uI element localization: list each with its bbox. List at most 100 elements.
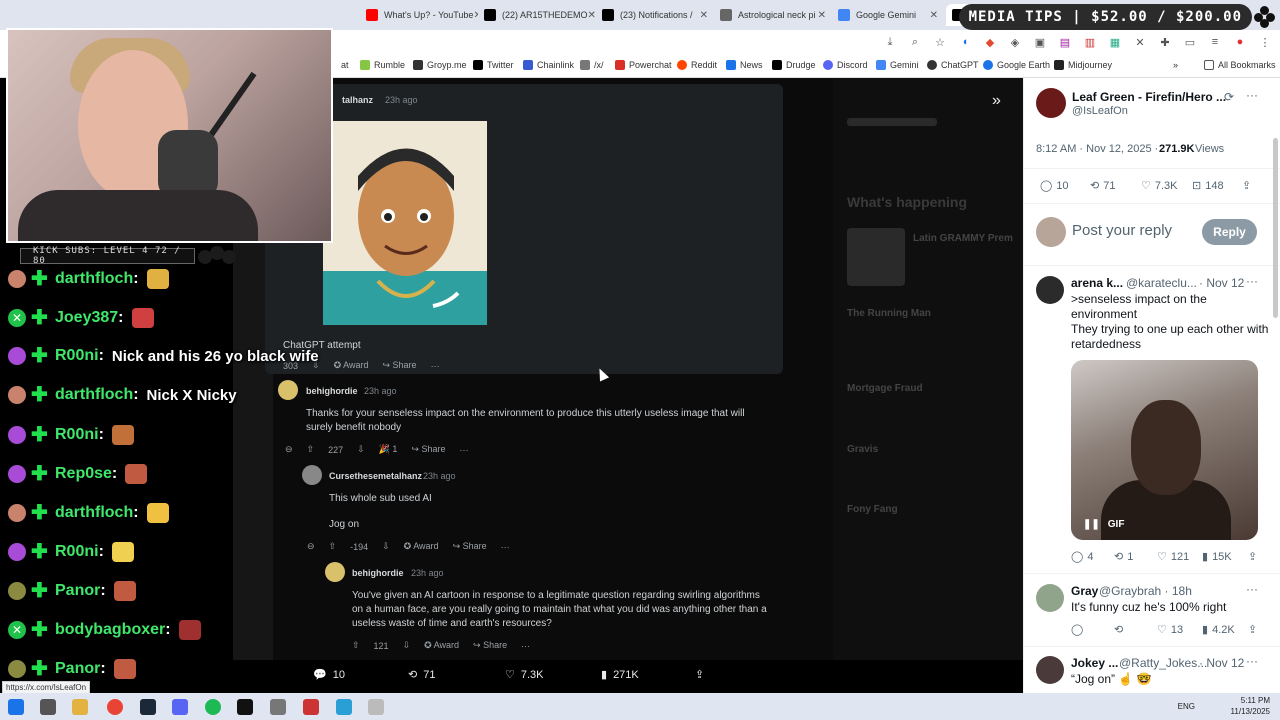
tab-youtube[interactable]: What's Up? - YouTube ✕ [360, 4, 478, 26]
retweet-stat[interactable]: ⟲ 1 [1114, 550, 1133, 564]
more-icon[interactable]: ⋮ [1258, 35, 1272, 49]
more-icon[interactable]: ··· [431, 361, 440, 371]
app-icon[interactable] [237, 699, 253, 715]
avatar[interactable] [1036, 656, 1064, 684]
award-button[interactable]: ✪ Award [334, 360, 369, 371]
bookmark-chatgpt[interactable]: ChatGPT [927, 60, 979, 70]
like-action[interactable]: ♡ 7.3K [505, 668, 544, 682]
comment-author[interactable]: behighordie [352, 568, 404, 578]
post-author[interactable]: talhanz [342, 95, 373, 105]
windows-start-icon[interactable] [8, 699, 24, 715]
comment-author[interactable]: behighordie [306, 386, 358, 396]
discord-icon[interactable] [172, 699, 188, 715]
share-action[interactable]: ⇪ [695, 668, 704, 681]
more-icon[interactable]: ··· [501, 542, 510, 552]
chat-username[interactable]: darthfloch [55, 386, 133, 404]
views-action[interactable]: ▮ 271K [601, 668, 639, 682]
retweet-stat[interactable]: ⟲ 71 [1090, 179, 1115, 193]
bookmark-x-board[interactable]: /x/ [580, 60, 604, 70]
chrome-icon[interactable] [107, 699, 123, 715]
bookmarks-overflow[interactable]: » [1173, 60, 1178, 70]
spotify-icon[interactable] [205, 699, 221, 715]
reply-stat[interactable]: ◯ [1071, 623, 1083, 636]
pause-icon[interactable]: ❚❚ [1083, 519, 1100, 530]
like-stat[interactable]: ♡ 7.3K [1141, 179, 1178, 193]
comment-author[interactable]: Cursethesemetalhanz [329, 471, 422, 481]
avatar[interactable] [1036, 584, 1064, 612]
language-indicator[interactable]: ENG [1178, 701, 1195, 712]
extension-icon[interactable]: ◖ [958, 35, 972, 49]
bookmark-stat[interactable]: ⊡ 148 [1192, 179, 1224, 193]
chat-username[interactable]: Rep0se [55, 465, 112, 483]
share-stat[interactable]: ⇪ [1248, 623, 1257, 636]
bookmark-discord[interactable]: Discord [823, 60, 868, 70]
share-button[interactable]: ↪ Share [473, 640, 507, 651]
extension-icon[interactable]: ◈ [1008, 35, 1022, 49]
reply-stat[interactable]: ◯ 4 [1071, 550, 1093, 564]
file-explorer-icon[interactable] [72, 699, 88, 715]
more-icon[interactable]: ··· [1246, 654, 1258, 668]
retweet-action[interactable]: ⟲ 71 [408, 668, 435, 682]
close-icon[interactable]: ✕ [818, 10, 826, 21]
reply-action[interactable]: 💬 10 [313, 668, 345, 682]
menu-icon[interactable]: ≡ [1208, 35, 1222, 49]
scrollbar[interactable] [1273, 138, 1278, 318]
reply-author-handle[interactable]: @Graybrah · 18h [1099, 584, 1192, 598]
bookmark-chainlink[interactable]: Chainlink [523, 60, 574, 70]
reply-input[interactable]: Post your reply [1072, 222, 1172, 239]
bookmark-midjourney[interactable]: Midjourney [1054, 60, 1112, 70]
reply-author-name[interactable]: arena k... [1071, 276, 1123, 290]
bookmark-drudge[interactable]: Drudge [772, 60, 816, 70]
tab-astrological[interactable]: Astrological neck pi ✕ [714, 4, 832, 26]
app-icon[interactable] [303, 699, 319, 715]
author-name[interactable]: Leaf Green - Firefin/Hero ... [1072, 90, 1226, 104]
chat-username[interactable]: Panor [55, 582, 100, 600]
upvote-icon[interactable]: ⇧ [307, 444, 315, 455]
reply-author-handle[interactable]: @karateclu... [1126, 276, 1197, 290]
chat-username[interactable]: R00ni [55, 543, 99, 561]
reply-author-handle[interactable]: @Ratty_Jokes... [1119, 656, 1207, 670]
close-icon[interactable]: ✕ [588, 10, 596, 21]
expand-icon[interactable]: » [992, 92, 1001, 110]
more-icon[interactable]: ··· [521, 641, 530, 651]
all-bookmarks[interactable]: All Bookmarks [1204, 60, 1276, 70]
chat-username[interactable]: darthfloch [55, 270, 133, 288]
sidebar-icon[interactable]: ▭ [1183, 35, 1197, 49]
bookmark-powerchat[interactable]: Powerchat [615, 60, 672, 70]
app-icon[interactable] [270, 699, 286, 715]
share-button[interactable]: ↪ Share [382, 360, 416, 371]
zoom-icon[interactable]: ⌕ [908, 35, 922, 49]
reply-author-name[interactable]: Jokey ... [1071, 656, 1118, 670]
like-stat[interactable]: ♡ 13 [1157, 623, 1183, 637]
more-icon[interactable]: ··· [1246, 88, 1258, 102]
avatar[interactable] [302, 465, 322, 485]
views-stat[interactable]: ▮ 15K [1202, 550, 1232, 564]
avatar[interactable] [325, 562, 345, 582]
downvote-icon[interactable]: ⇩ [403, 640, 411, 651]
more-icon[interactable]: ··· [459, 445, 468, 455]
views-stat[interactable]: ▮ 4.2K [1202, 623, 1235, 637]
telegram-icon[interactable] [336, 699, 352, 715]
bookmark-groyp[interactable]: Groyp.me [413, 60, 467, 70]
retweet-stat[interactable]: ⟲ [1114, 623, 1123, 636]
extension-icon[interactable]: ▥ [1083, 35, 1097, 49]
collapse-icon[interactable]: ⊖ [307, 541, 315, 552]
task-view-icon[interactable] [40, 699, 56, 715]
star-icon[interactable]: ☆ [933, 35, 947, 49]
extension-icon[interactable]: ▤ [1058, 35, 1072, 49]
share-stat[interactable]: ⇪ [1242, 179, 1251, 192]
share-stat[interactable]: ⇪ [1248, 550, 1257, 563]
reply-stat[interactable]: ◯ 10 [1040, 179, 1069, 193]
close-icon[interactable]: ✕ [700, 10, 708, 21]
tab-x-1[interactable]: (22) AR15THEDEMO ✕ [478, 4, 596, 26]
reply-author-name[interactable]: Gray [1071, 584, 1098, 598]
upvote-icon[interactable]: ⇧ [329, 541, 337, 552]
more-icon[interactable]: ··· [1246, 274, 1258, 288]
bookmark-gemini[interactable]: Gemini [876, 60, 919, 70]
post-image[interactable] [322, 120, 488, 326]
avatar[interactable] [1036, 276, 1064, 304]
reply-button[interactable]: Reply [1202, 219, 1257, 245]
chat-username[interactable]: Joey387 [55, 309, 118, 327]
system-tray[interactable]: ENG 5:11 PM 11/13/2025 [1178, 695, 1270, 717]
bookmark-google-earth[interactable]: Google Earth [983, 60, 1050, 70]
